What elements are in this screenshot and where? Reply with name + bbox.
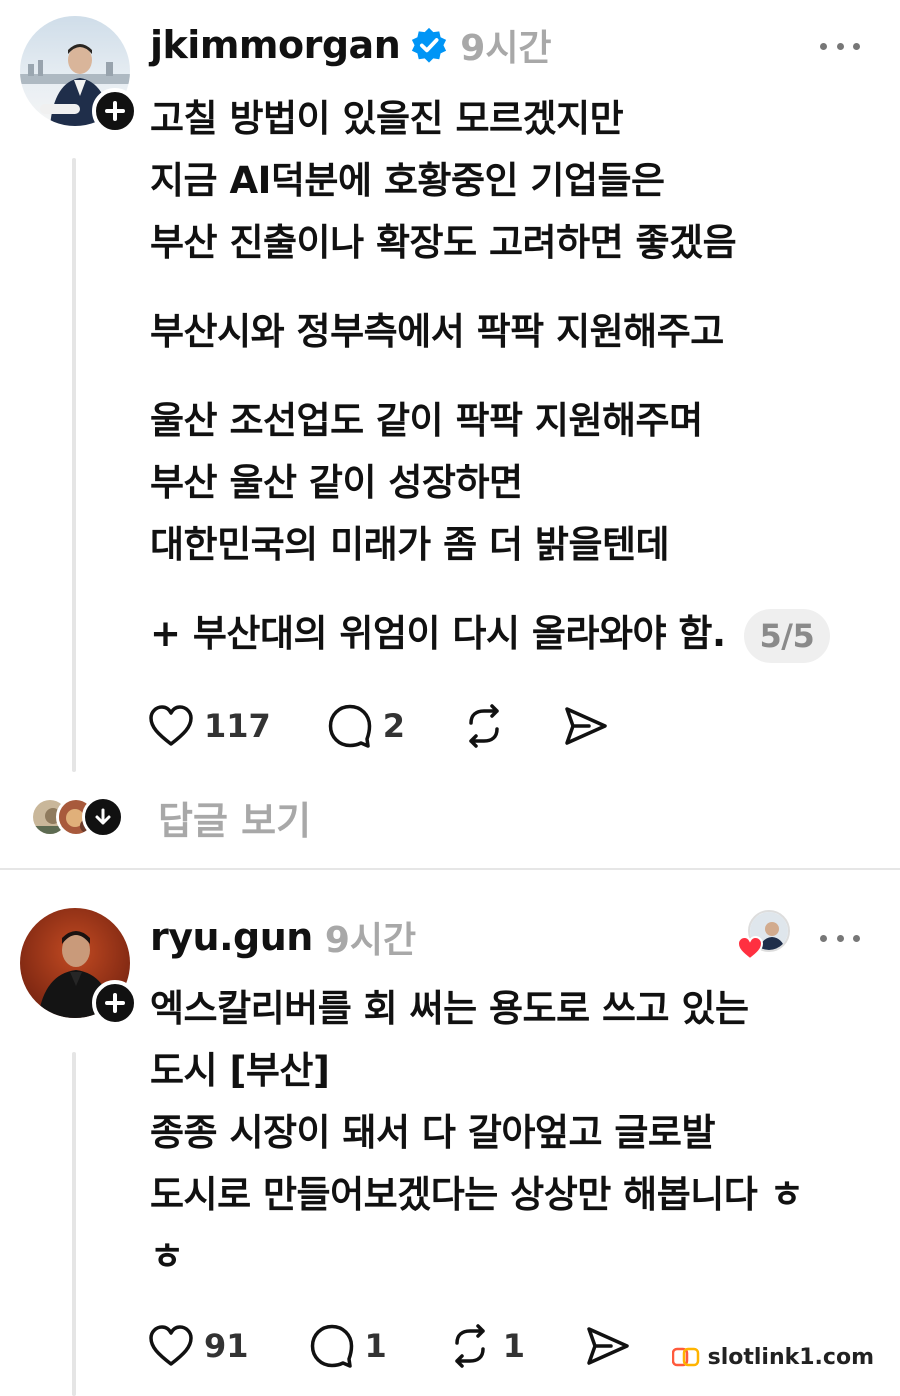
repost-icon — [469, 704, 499, 748]
plus-icon — [105, 101, 125, 121]
comment-icon — [328, 704, 372, 748]
page-indicator: 5/5 — [743, 608, 831, 663]
text-line: 도시 [부산] — [150, 1049, 330, 1092]
post-time: 9시간 — [324, 920, 417, 961]
text-line: ㅎ — [150, 1235, 184, 1278]
username[interactable]: ryu.gun — [150, 915, 313, 959]
post-divider — [0, 868, 900, 870]
heart-icon — [736, 935, 764, 961]
post-actions: 117 2 — [148, 696, 665, 756]
comment-count: 2 — [382, 707, 406, 745]
heart-icon — [149, 705, 193, 746]
watermark: slotlink1.com — [671, 1342, 874, 1372]
share-button[interactable] — [585, 1323, 631, 1369]
text-line: 고칠 방법이 있을진 모르겠지만 — [150, 97, 624, 140]
more-icon — [820, 42, 827, 50]
like-count: 117 — [204, 707, 271, 745]
text-line: 울산 조선업도 같이 팍팍 지원해주며 — [150, 399, 703, 442]
paragraph: + 부산대의 위엄이 다시 올라와야 함. 5/5 — [150, 603, 870, 665]
like-count: 91 — [204, 1327, 249, 1365]
comment-button[interactable]: 1 — [309, 1323, 387, 1369]
comment-icon — [310, 1324, 353, 1368]
repost-button[interactable] — [461, 703, 507, 749]
text-line: 엑스칼리버를 회 써는 용도로 쓰고 있는 — [150, 987, 749, 1030]
repost-count: 1 — [502, 1327, 526, 1365]
watermark-text: slotlink1.com — [707, 1344, 874, 1370]
post-ryu-gun: ryu.gun 9시간 엑스칼리버를 회 써는 용도로 쓰고 있는 도시 [부산… — [0, 880, 900, 1396]
text-line: 지금 AI덕분에 호황중인 기업들은 — [150, 159, 665, 202]
comment-count: 1 — [364, 1327, 387, 1365]
text-line: 종종 시장이 돼서 다 갈아엎고 글로발 — [150, 1111, 716, 1154]
heart-icon — [149, 1325, 193, 1366]
view-replies-row[interactable]: 답글 보기 — [30, 790, 311, 845]
paragraph: 부산시와 정부측에서 팍팍 지원해주고 — [150, 301, 870, 363]
view-replies-link[interactable]: 답글 보기 — [158, 790, 311, 845]
paragraph: 고칠 방법이 있을진 모르겠지만 지금 AI덕분에 호황중인 기업들은 부산 진… — [150, 88, 870, 274]
like-button[interactable]: 117 — [148, 704, 271, 748]
watermark-logo-icon — [671, 1347, 699, 1367]
post-time: 9시간 — [460, 28, 552, 69]
text-line: + 부산대의 위엄이 다시 올라와야 함. — [150, 612, 726, 655]
post-jkimmorgan: jkimmorgan 9시간 고칠 방법이 있을진 모르겠지만 지금 AI덕분에… — [0, 0, 900, 860]
share-icon — [587, 1327, 629, 1365]
repost-icon — [455, 1324, 485, 1368]
comment-button[interactable]: 2 — [327, 703, 405, 749]
text-line: 도시로 만들어보겠다는 상상만 해봅니다 ㅎ — [150, 1173, 804, 1216]
text-line: 부산 진출이나 확장도 고려하면 좋겠음 — [150, 221, 737, 264]
like-button[interactable]: 91 — [148, 1324, 249, 1368]
plus-icon — [105, 993, 125, 1013]
text-line: 부산시와 정부측에서 팍팍 지원해주고 — [150, 310, 724, 353]
paragraph: 울산 조선업도 같이 팍팍 지원해주며 부산 울산 같이 성장하면 대한민국의 … — [150, 390, 870, 576]
more-icon — [820, 934, 827, 942]
liked-by-author — [736, 910, 790, 961]
arrow-down-icon — [82, 796, 124, 838]
follow-plus-button[interactable] — [92, 88, 138, 134]
verified-badge-icon — [410, 26, 448, 64]
username[interactable]: jkimmorgan — [150, 23, 401, 67]
post-body: 고칠 방법이 있을진 모르겠지만 지금 AI덕분에 호황중인 기업들은 부산 진… — [150, 88, 870, 692]
text-line: 부산 울산 같이 성장하면 — [150, 461, 523, 504]
post-header: jkimmorgan 9시간 — [150, 18, 552, 72]
post-body: 엑스칼리버를 회 써는 용도로 쓰고 있는 도시 [부산] 종종 시장이 돼서 … — [150, 978, 870, 1288]
more-options-button[interactable] — [820, 918, 860, 958]
post-actions: 91 1 1 — [148, 1316, 687, 1376]
repost-button[interactable]: 1 — [447, 1323, 525, 1369]
post-header: ryu.gun 9시간 — [150, 910, 416, 964]
text-line: 대한민국의 미래가 좀 더 밝을텐데 — [150, 523, 670, 566]
follow-plus-button[interactable] — [92, 980, 138, 1026]
thread-line — [72, 158, 76, 772]
share-icon — [565, 707, 607, 745]
thread-line — [72, 1052, 76, 1396]
share-button[interactable] — [563, 703, 609, 749]
more-options-button[interactable] — [820, 26, 860, 66]
